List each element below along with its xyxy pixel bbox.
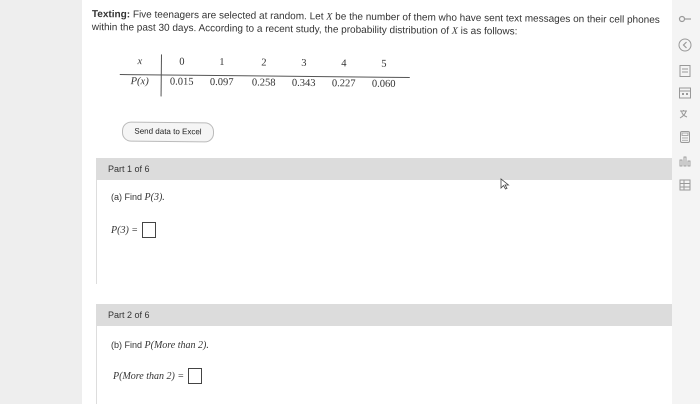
translate-icon[interactable] [678, 108, 692, 122]
table-cell: 0.343 [291, 77, 316, 90]
part-2-title: Part 2 of 6 [108, 310, 150, 320]
question-text: (a) Find [111, 192, 145, 202]
table-data-icon[interactable] [678, 178, 692, 192]
mouse-cursor-icon [500, 178, 510, 190]
key-icon[interactable] [678, 12, 692, 26]
problem-statement: Texting: Five teenagers are selected at … [92, 8, 672, 40]
table-cell: 0.060 [371, 78, 396, 90]
table-cell: 4 [341, 58, 347, 70]
problem-text: Five teenagers are selected at random. L… [130, 9, 327, 23]
table-cell: 0.015 [169, 76, 194, 88]
table-cell: 2 [261, 57, 267, 69]
part-1-question: (a) Find P(3). [111, 192, 165, 203]
answer-input[interactable] [142, 222, 157, 238]
document-icon[interactable] [678, 64, 692, 78]
problem-text: within the past 30 days. According to a … [91, 21, 452, 37]
question-text: (b) Find [111, 340, 145, 350]
table-row-p: P(x) 0.015 0.097 0.258 0.343 0.227 0.060 [120, 76, 410, 97]
part-1-answer: P(3) = [111, 222, 157, 238]
bar-chart-icon[interactable] [678, 154, 692, 168]
part-2-question: (b) Find P(More than 2). [111, 340, 209, 351]
question-expression: P(3). [144, 192, 165, 203]
answer-input[interactable] [188, 368, 203, 384]
problem-title: Texting: [91, 8, 131, 21]
answer-label: P(3) = [111, 224, 139, 236]
table-header-x: x [137, 56, 143, 68]
table-cell: 0.227 [331, 78, 356, 90]
part-1-title: Part 1 of 6 [108, 164, 150, 174]
table-cell: 5 [381, 58, 387, 70]
calculator-icon[interactable] [678, 130, 692, 144]
part-1-header: Part 1 of 6 [96, 158, 686, 180]
table-cell: 0.258 [251, 77, 276, 89]
part-2-body: (b) Find P(More than 2). P(More than 2) … [96, 326, 674, 404]
calendar-icon[interactable] [678, 86, 692, 100]
table-cell: 1 [219, 57, 225, 69]
part-2-answer: P(More than 2) = [113, 368, 203, 384]
table-cell: 0.097 [209, 76, 234, 89]
table-cell: 3 [301, 57, 307, 69]
collapse-icon[interactable] [678, 38, 692, 52]
probability-distribution-table: x 0 1 2 3 4 5 P(x) 0.015 0.097 0.258 0.3… [119, 54, 410, 101]
problem-text: is as follows: [457, 25, 518, 38]
table-cell: 0 [179, 56, 185, 68]
answer-label: P(More than 2) = [113, 370, 185, 382]
problem-content: Texting: Five teenagers are selected at … [82, 0, 686, 404]
part-2-header: Part 2 of 6 [96, 304, 686, 326]
question-expression: P(More than 2). [144, 340, 209, 351]
tools-sidebar [672, 0, 700, 404]
send-to-excel-button[interactable]: Send data to Excel [121, 121, 215, 143]
table-header-p: P(x) [130, 76, 149, 88]
part-1-body: (a) Find P(3). P(3) = [96, 180, 674, 284]
